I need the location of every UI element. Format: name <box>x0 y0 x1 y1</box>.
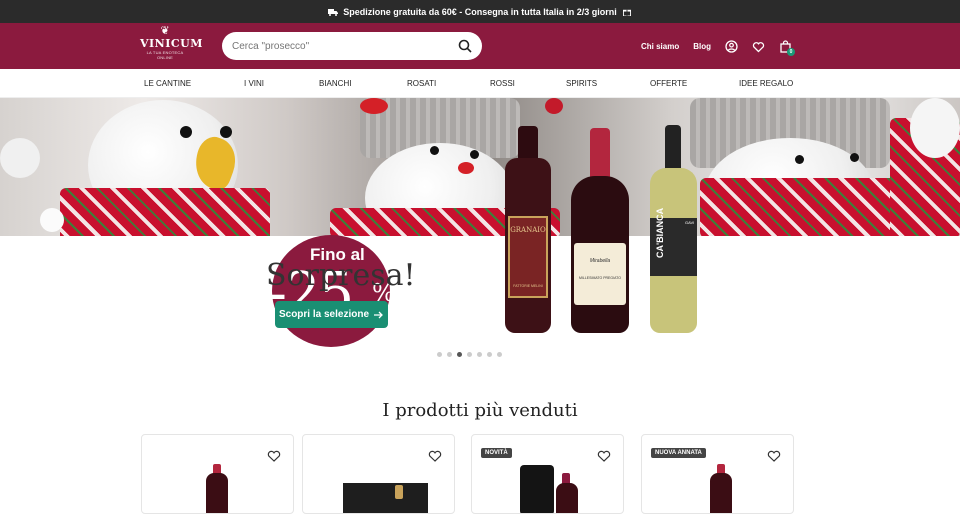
gift-icon <box>622 9 631 16</box>
millesimato-sublabel: MILLESIMATO PREGIATO <box>579 276 621 280</box>
shipping-bar: Spedizione gratuita da 60€ - Consegna in… <box>0 0 960 23</box>
chi-siamo-link[interactable]: Chi siamo <box>641 42 679 51</box>
header-nav: Chi siamo Blog 0 <box>641 23 795 69</box>
user-account-icon[interactable] <box>725 39 738 53</box>
millesimato-label: Mirabella <box>589 258 611 264</box>
nav-rossi[interactable]: ROSSI <box>490 79 515 88</box>
blog-link[interactable]: Blog <box>693 42 711 51</box>
add-to-wishlist-icon[interactable] <box>428 449 442 462</box>
logo-tagline: LA TUA ENOTECA ONLINE <box>146 50 184 60</box>
carousel-dots <box>437 352 502 357</box>
nav-bianchi[interactable]: BIANCHI <box>319 79 351 88</box>
new-vintage-badge: NUOVA ANNATA <box>651 448 706 458</box>
gift-box-image <box>343 483 428 513</box>
truck-icon <box>328 8 339 16</box>
product-card[interactable]: NOVITÀ <box>471 434 624 514</box>
add-to-wishlist-icon[interactable] <box>767 449 781 462</box>
crest-icon: ❦ <box>160 25 170 37</box>
gift-tube-image <box>520 465 554 513</box>
bestsellers-title: I prodotti più venduti <box>382 400 578 421</box>
carousel-dot[interactable] <box>497 352 502 357</box>
nav-i-vini[interactable]: I VINI <box>244 79 264 88</box>
nav-spirits[interactable]: SPIRITS <box>566 79 597 88</box>
search-input[interactable] <box>232 40 458 52</box>
nav-offerte[interactable]: OFFERTE <box>650 79 687 88</box>
arrow-right-icon <box>374 311 383 318</box>
carousel-dot[interactable] <box>437 352 442 357</box>
add-to-wishlist-icon[interactable] <box>597 449 611 462</box>
carousel-dot[interactable] <box>477 352 482 357</box>
wishlist-heart-icon[interactable] <box>752 40 765 53</box>
vinicum-logo[interactable]: ❦ VINICUM LA TUA ENOTECA ONLINE <box>140 25 203 66</box>
scopri-selezione-button[interactable]: Scopri la selezione <box>275 301 388 328</box>
carousel-dot[interactable] <box>487 352 492 357</box>
product-card[interactable] <box>302 434 455 514</box>
search-bar <box>222 32 482 60</box>
site-header: ❦ VINICUM LA TUA ENOTECA ONLINE Chi siam… <box>0 23 960 69</box>
product-card[interactable]: NUOVA ANNATA <box>641 434 794 514</box>
add-to-wishlist-icon[interactable] <box>267 449 281 462</box>
search-icon[interactable] <box>458 39 472 53</box>
carousel-dot[interactable] <box>447 352 452 357</box>
cabianca-label: CA'BIANCA <box>655 207 665 258</box>
new-badge: NOVITÀ <box>481 448 512 458</box>
hero-headline: Sorpresa! <box>266 258 416 293</box>
granaio-label: GRANAIO <box>510 226 546 234</box>
christmas-banner-image[interactable] <box>0 98 960 236</box>
cart-button[interactable]: 0 <box>779 39 795 56</box>
nav-le-cantine[interactable]: LE CANTINE <box>144 79 191 88</box>
carousel-dot-active[interactable] <box>457 352 462 357</box>
cta-label: Scopri la selezione <box>278 309 370 320</box>
category-nav: LE CANTINE I VINI BIANCHI ROSATI ROSSI S… <box>0 69 960 98</box>
cart-count-badge: 0 <box>787 47 795 56</box>
cabianca-sublabel: GAVI <box>685 220 695 225</box>
product-card[interactable] <box>141 434 294 514</box>
shipping-text: Spedizione gratuita da 60€ - Consegna in… <box>343 6 617 17</box>
logo-name: VINICUM <box>140 37 203 50</box>
nav-rosati[interactable]: ROSATI <box>407 79 436 88</box>
hero-carousel: Fino al -25 % Sorpresa! Scopri la selezi… <box>0 98 960 374</box>
nav-idee-regalo[interactable]: IDEE REGALO <box>739 79 793 88</box>
carousel-dot[interactable] <box>467 352 472 357</box>
granaio-sublabel: FATTORIE MELINI <box>513 284 543 288</box>
